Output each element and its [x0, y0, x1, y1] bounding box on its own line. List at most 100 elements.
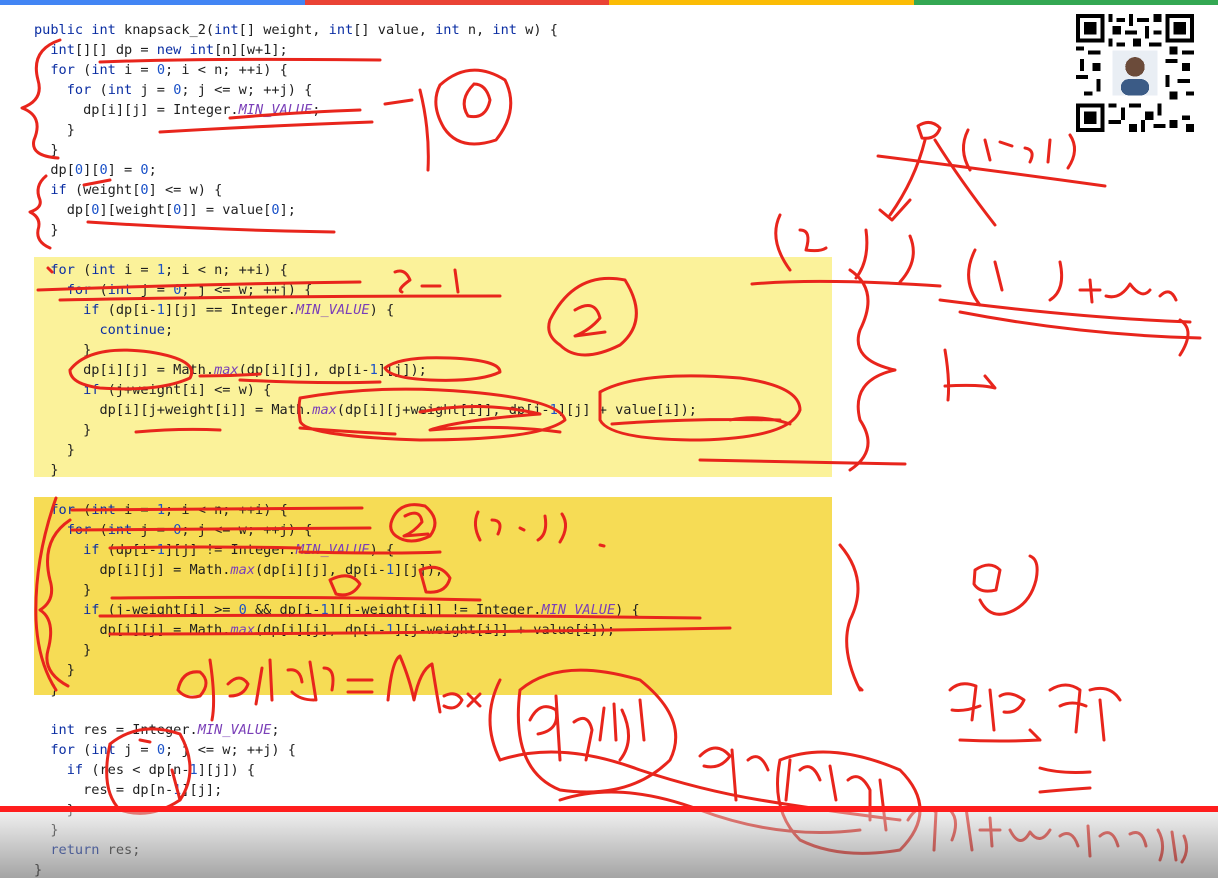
code-token: ][j] == Integer. — [165, 302, 296, 318]
code-token: if — [83, 542, 108, 558]
code-token: 0 — [239, 602, 247, 618]
code-token — [34, 742, 50, 758]
code-token: dp[i][j] = Integer. — [34, 102, 239, 118]
video-player-controls[interactable] — [0, 806, 1218, 878]
code-token: int — [91, 22, 124, 38]
code-token — [34, 322, 99, 338]
code-token: 1 — [157, 542, 165, 558]
code-line: int res = Integer.MIN_VALUE; — [34, 720, 280, 740]
code-token: } — [34, 662, 75, 678]
code-token: 1 — [386, 562, 394, 578]
code-line: for (int j = 0; j <= w; ++j) { — [34, 280, 312, 300]
code-token: j = — [124, 742, 157, 758]
code-token: dp[ — [34, 162, 75, 178]
code-token: int — [108, 522, 141, 538]
code-token: ) { — [370, 542, 395, 558]
code-token — [34, 262, 50, 278]
code-token: n, — [468, 22, 493, 38]
code-token: 0 — [271, 202, 279, 218]
code-token: } — [34, 222, 59, 238]
code-token: } — [34, 682, 59, 698]
code-line: continue; — [34, 320, 173, 340]
code-token: } — [34, 442, 75, 458]
code-token: int — [492, 22, 525, 38]
code-token: int — [108, 82, 141, 98]
code-line: for (int i = 1; i < n; ++i) { — [34, 500, 288, 520]
code-token: j = — [140, 522, 173, 538]
code-token: for — [67, 522, 100, 538]
code-token: w) { — [525, 22, 558, 38]
code-line: int[][] dp = new int[n][w+1]; — [34, 40, 288, 60]
code-line: if (res < dp[n-1][j]) { — [34, 760, 255, 780]
code-token: int — [214, 22, 239, 38]
code-token: (dp[i- — [108, 302, 157, 318]
code-token: max — [230, 622, 255, 638]
code-token: dp[i][j] = Math. — [34, 362, 214, 378]
code-token — [34, 82, 67, 98]
code-token: int — [435, 22, 468, 38]
code-token — [34, 62, 50, 78]
code-token: j = — [140, 282, 173, 298]
code-token: for — [50, 742, 83, 758]
code-token: ; — [312, 102, 320, 118]
code-token — [34, 502, 50, 518]
code-token: ; — [271, 722, 279, 738]
code-token: ][j-weight[i]] != Integer. — [329, 602, 542, 618]
code-line: dp[i][j] = Math.max(dp[i][j], dp[i-1][j]… — [34, 560, 443, 580]
code-token: 0 — [140, 182, 148, 198]
qr-code-icon — [1076, 14, 1194, 132]
code-line: dp[0][weight[0]] = value[0]; — [34, 200, 296, 220]
code-token: 1 — [550, 402, 558, 418]
code-token: } — [34, 122, 75, 138]
code-token: 1 — [157, 262, 165, 278]
code-token: 1 — [157, 502, 165, 518]
code-token — [34, 182, 50, 198]
code-token: int — [50, 42, 75, 58]
code-line: res = dp[n-1][j]; — [34, 780, 222, 800]
code-token: res = dp[n- — [34, 782, 173, 798]
code-token: (weight[ — [75, 182, 140, 198]
code-line: if (dp[i-1][j] != Integer.MIN_VALUE) { — [34, 540, 394, 560]
code-token: int — [91, 62, 124, 78]
code-token: (dp[i][j+weight[i]], dp[i- — [337, 402, 550, 418]
code-line: } — [34, 680, 59, 700]
code-token — [34, 282, 67, 298]
code-token: if — [67, 762, 92, 778]
code-token: dp[i][j] = Math. — [34, 622, 230, 638]
code-token: ; j <= w; ++j) { — [165, 742, 296, 758]
code-token: (dp[i][j], dp[i- — [255, 562, 386, 578]
code-token — [34, 542, 83, 558]
code-line: } — [34, 340, 91, 360]
code-token: j = — [140, 82, 173, 98]
code-token: i = — [124, 502, 157, 518]
code-token: 1 — [370, 362, 378, 378]
code-token: MIN_VALUE — [198, 722, 272, 738]
code-token: ][weight[ — [99, 202, 173, 218]
code-token — [34, 762, 67, 778]
code-line: if (j+weight[i] <= w) { — [34, 380, 271, 400]
code-token — [34, 302, 83, 318]
code-token: ) { — [370, 302, 395, 318]
code-token: } — [34, 582, 91, 598]
code-token: ][j]); — [394, 562, 443, 578]
code-line: dp[i][j] = Math.max(dp[i][j], dp[i-1][j]… — [34, 360, 427, 380]
code-token: for — [67, 282, 100, 298]
code-token: (j-weight[i] >= — [108, 602, 239, 618]
code-line: } — [34, 660, 75, 680]
code-token: for — [67, 82, 100, 98]
code-token: int — [108, 282, 141, 298]
code-token: ][j] + value[i]); — [558, 402, 697, 418]
code-line: if (j-weight[i] >= 0 && dp[i-1][j-weight… — [34, 600, 640, 620]
code-token: (dp[i][j], dp[i- — [239, 362, 370, 378]
code-token: ] = — [108, 162, 141, 178]
code-token: for — [50, 262, 83, 278]
code-token: if — [83, 302, 108, 318]
code-token: (dp[i- — [108, 542, 157, 558]
code-token: (res < dp[n- — [91, 762, 189, 778]
video-progress-bar[interactable] — [0, 806, 1218, 812]
code-token: ; j <= w; ++j) { — [181, 522, 312, 538]
code-line: } — [34, 440, 75, 460]
code-token — [34, 42, 50, 58]
code-token: dp[ — [34, 202, 91, 218]
code-token: ]; — [280, 202, 296, 218]
